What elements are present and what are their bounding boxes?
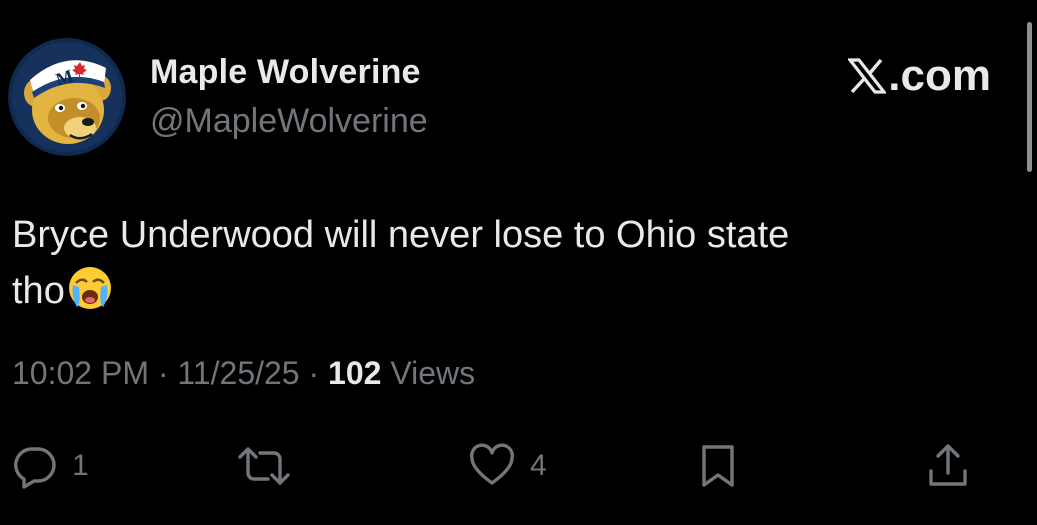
reply-icon: [12, 443, 58, 489]
bookmark-button[interactable]: [698, 438, 738, 494]
loudly-crying-face-emoji-icon: [67, 265, 113, 311]
tweet-text-line-2-text: tho: [12, 270, 65, 312]
like-button[interactable]: 4: [468, 438, 547, 494]
action-bar: 1 4: [0, 438, 1037, 498]
share-button[interactable]: [926, 438, 970, 494]
brand-watermark: .com: [848, 51, 991, 100]
brand-text: .com: [888, 51, 991, 100]
views-label: Views: [381, 355, 476, 391]
tweet-metadata: 10:02 PM · 11/25/25 · 102 Views: [12, 355, 475, 392]
like-icon: [468, 443, 516, 489]
like-count: 4: [530, 449, 547, 482]
user-handle[interactable]: @MapleWolverine: [150, 102, 428, 141]
meta-separator-1: ·: [148, 355, 178, 391]
tweet-screenshot: M Maple Wolverine @MapleWolverine .com B…: [0, 0, 1037, 525]
share-icon: [926, 443, 970, 489]
avatar[interactable]: M: [8, 38, 126, 156]
reply-count: 1: [72, 449, 89, 482]
tweet-text-line-1: Bryce Underwood will never lose to Ohio …: [12, 214, 790, 256]
reply-button[interactable]: 1: [12, 438, 89, 494]
x-logo-icon: [848, 58, 888, 94]
tweet-text: Bryce Underwood will never lose to Ohio …: [12, 207, 972, 319]
tweet-date[interactable]: 11/25/25: [177, 355, 299, 391]
tweet-text-line-2: tho: [12, 263, 972, 319]
bookmark-icon: [698, 443, 738, 489]
retweet-button[interactable]: [236, 438, 306, 494]
wolverine-avatar-image: M: [8, 38, 126, 156]
meta-separator-2: ·: [299, 355, 329, 391]
display-name[interactable]: Maple Wolverine: [150, 53, 421, 92]
views-count: 102: [328, 355, 382, 391]
retweet-icon: [236, 443, 292, 489]
scrollbar[interactable]: [1027, 22, 1032, 172]
tweet-time[interactable]: 10:02 PM: [12, 355, 149, 391]
